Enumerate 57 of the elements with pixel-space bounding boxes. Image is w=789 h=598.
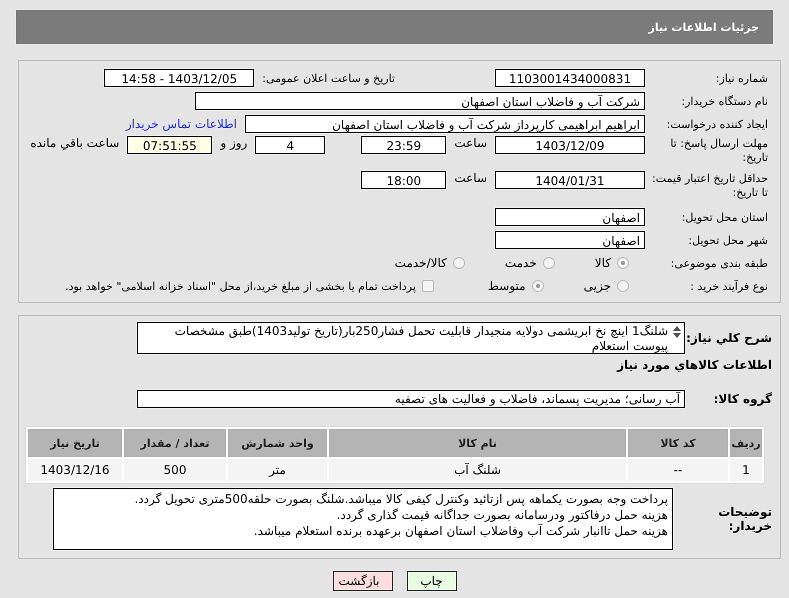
- field-label: ایجاد کننده درخواست:: [666, 118, 769, 130]
- buyer-org-field: شرکت آب و فاضلاب استان اصفهان: [195, 92, 645, 110]
- requester-field: ابراهیم ابراهیمی کارپرداز شرکت آب و فاضلاب استان اصفهان: [245, 115, 645, 133]
- column-header: نام کالا: [329, 429, 626, 457]
- field-label: شماره نیاز:: [714, 72, 769, 84]
- category-radio[interactable]: خدمت: [504, 256, 555, 270]
- field-label: نام دستگاه خریدار:: [680, 94, 769, 108]
- field-label: استان محل تحویل:: [680, 210, 769, 224]
- field-label: شهر محل تحویل:: [687, 234, 769, 246]
- field-label: حداقل تاریخ اعتبار قیمت: تا تاریخ:: [651, 171, 769, 200]
- column-header: ردیف: [730, 429, 762, 457]
- table-cell: متر: [228, 459, 327, 481]
- remaining-label: ساعت باقي مانده: [30, 136, 120, 150]
- remaining-time-field: 07:51:55: [127, 136, 212, 154]
- column-header: واحد شمارش: [228, 429, 327, 457]
- note-line: هزینه حمل درفاکتور ودرسامانه بصورت جداگانه قیمت گذاری گردد.: [336, 507, 668, 523]
- field-label: نوع فرآیند خرید :: [689, 280, 769, 292]
- validity-date-field: 1404/01/31: [495, 171, 645, 189]
- field-label: شرح کلي نياز:: [685, 331, 773, 345]
- process-radio[interactable]: متوسط: [488, 279, 544, 293]
- table-cell: 1403/12/16: [28, 459, 122, 481]
- description-text: شلنگ1 اینچ نخ ابریشمی دولایه منجیدار قابلیت تحمل فشار250بار(تاریخ تولید1403)طبق مشخصات پیوست استعلام: [174, 324, 668, 353]
- category-radio[interactable]: کالا: [594, 256, 629, 270]
- process-radio[interactable]: جزیی: [584, 279, 629, 293]
- column-header: تعداد / مقدار: [124, 429, 226, 457]
- goods-group-field: آب رسانی؛ مدیریت پسماند، فاضلاب و فعالیت های تصفیه: [137, 390, 685, 408]
- field-label: طبقه بندی موضوعی:: [670, 256, 769, 270]
- days-field: 4: [255, 136, 326, 154]
- table-cell: --: [628, 459, 728, 481]
- announce-date-field: 1403/12/05 - 14:58: [104, 69, 254, 87]
- table-cell: 500: [124, 459, 226, 481]
- note-line: پرداخت وجه بصورت یکماهه پس ازتائید وکنترل کیفی کالا میباشد.شلنگ بصورت حلقه500متری تحویل گردد.: [133, 491, 668, 507]
- action-button[interactable]: بازگشت: [332, 571, 392, 591]
- deadline-time-field: 23:59: [361, 136, 446, 154]
- table-cell: شلنگ آب: [329, 459, 626, 481]
- validity-time-field: 18:00: [361, 171, 446, 189]
- column-header: کد کالا: [628, 429, 728, 457]
- days-label: روز و: [220, 136, 248, 150]
- need-number-field: 1103001434000831: [495, 69, 645, 87]
- field-label: توضیحات خریدار:: [717, 505, 773, 533]
- column-header: تاریخ نیاز: [28, 429, 122, 457]
- field-label: تاریخ و ساعت اعلان عمومی:: [262, 72, 395, 84]
- table-cell: 1: [730, 459, 762, 481]
- city-field: اصفهان: [495, 231, 645, 249]
- page-title: جزئیات اطلاعات نیاز: [648, 20, 759, 34]
- deadline-date-field: 1403/12/09: [495, 136, 645, 154]
- category-radio[interactable]: کالا/خدمت: [394, 256, 465, 270]
- time-label: ساعت: [454, 136, 487, 150]
- field-label: گروه کالا:: [712, 392, 773, 406]
- time-label: ساعت: [454, 171, 487, 185]
- note-line: هزینه حمل تاانبار شرکت آب وفاضلاب استان اصفهان برعهده برنده استعلام میباشد.: [252, 523, 668, 539]
- field-label: مهلت ارسال پاسخ: تا تاریخ:: [669, 136, 769, 165]
- section-title: اطلاعات کالاهاي مورد نياز: [616, 358, 773, 372]
- action-button[interactable]: چاپ: [406, 571, 456, 591]
- province-field: اصفهان: [495, 208, 645, 226]
- payment-option-label: پرداخت تمام یا بخشی از مبلغ خرید،از محل "اسناد خزانه اسلامی" خواهد بود.: [65, 280, 416, 292]
- buyer-contact-link[interactable]: اطلاعات تماس خریدار: [126, 117, 237, 131]
